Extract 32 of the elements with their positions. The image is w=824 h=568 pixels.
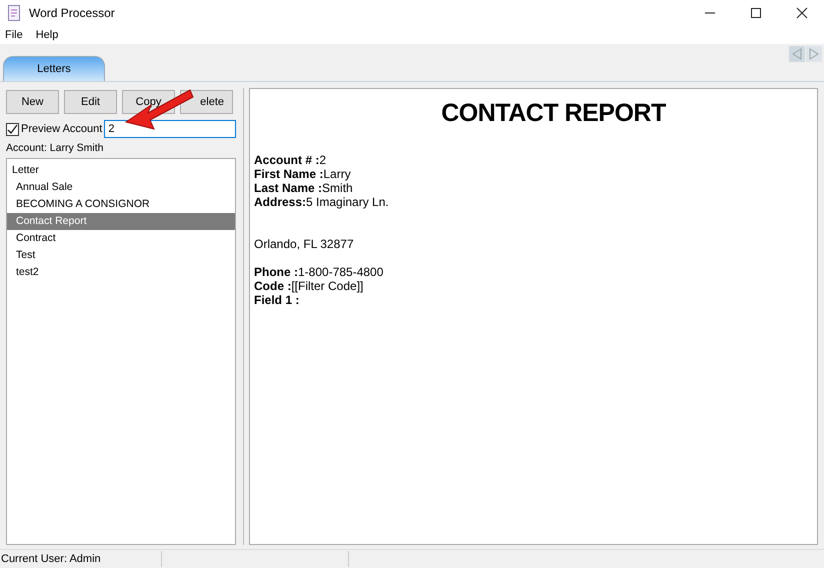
- toolbar-button[interactable]: elete: [180, 90, 233, 114]
- app-icon: [8, 4, 20, 20]
- document-line: Field 1 :: [254, 293, 300, 307]
- document-line: Phone :1-800-785-4800: [254, 265, 384, 279]
- window-title: Word Processor: [29, 6, 115, 20]
- preview-checkbox[interactable]: Preview Account: [6, 122, 102, 136]
- account-label: Account: Larry Smith: [6, 142, 104, 156]
- toolbar-button[interactable]: Edit: [64, 90, 117, 114]
- menu-item[interactable]: Help: [36, 28, 58, 40]
- annotation-arrow: [124, 88, 194, 132]
- tab[interactable]: Letters: [3, 56, 105, 81]
- document-line: Code :[[Filter Code]]: [254, 279, 364, 293]
- tree-item[interactable]: test2: [7, 264, 235, 281]
- account-input[interactable]: 2: [104, 120, 236, 138]
- document-line: Account # :2: [254, 153, 328, 167]
- tree-item[interactable]: Letter: [7, 162, 235, 179]
- tree-item[interactable]: Contract: [7, 230, 235, 247]
- document-title: CONTACT REPORT: [440, 99, 667, 128]
- document-line: Last Name :Smith: [254, 181, 354, 195]
- tree-item[interactable]: Test: [7, 247, 235, 264]
- toolbar-button[interactable]: New: [6, 90, 59, 114]
- tree-item[interactable]: Contact Report: [7, 213, 235, 230]
- menu-item[interactable]: File: [5, 28, 23, 40]
- document-line: First Name :Larry: [254, 167, 352, 181]
- tree-item[interactable]: BECOMING A CONSIGNOR: [7, 196, 235, 213]
- close-icon[interactable]: [796, 6, 808, 18]
- status-text: Current User: Admin: [0, 553, 102, 565]
- document-line: Address:5 Imaginary Ln.: [254, 195, 390, 209]
- maximize-icon[interactable]: [750, 6, 762, 18]
- checkmark-icon: [7, 124, 18, 134]
- tree-item[interactable]: Annual Sale: [7, 179, 235, 196]
- document-line: Orlando, FL 32877: [254, 237, 355, 251]
